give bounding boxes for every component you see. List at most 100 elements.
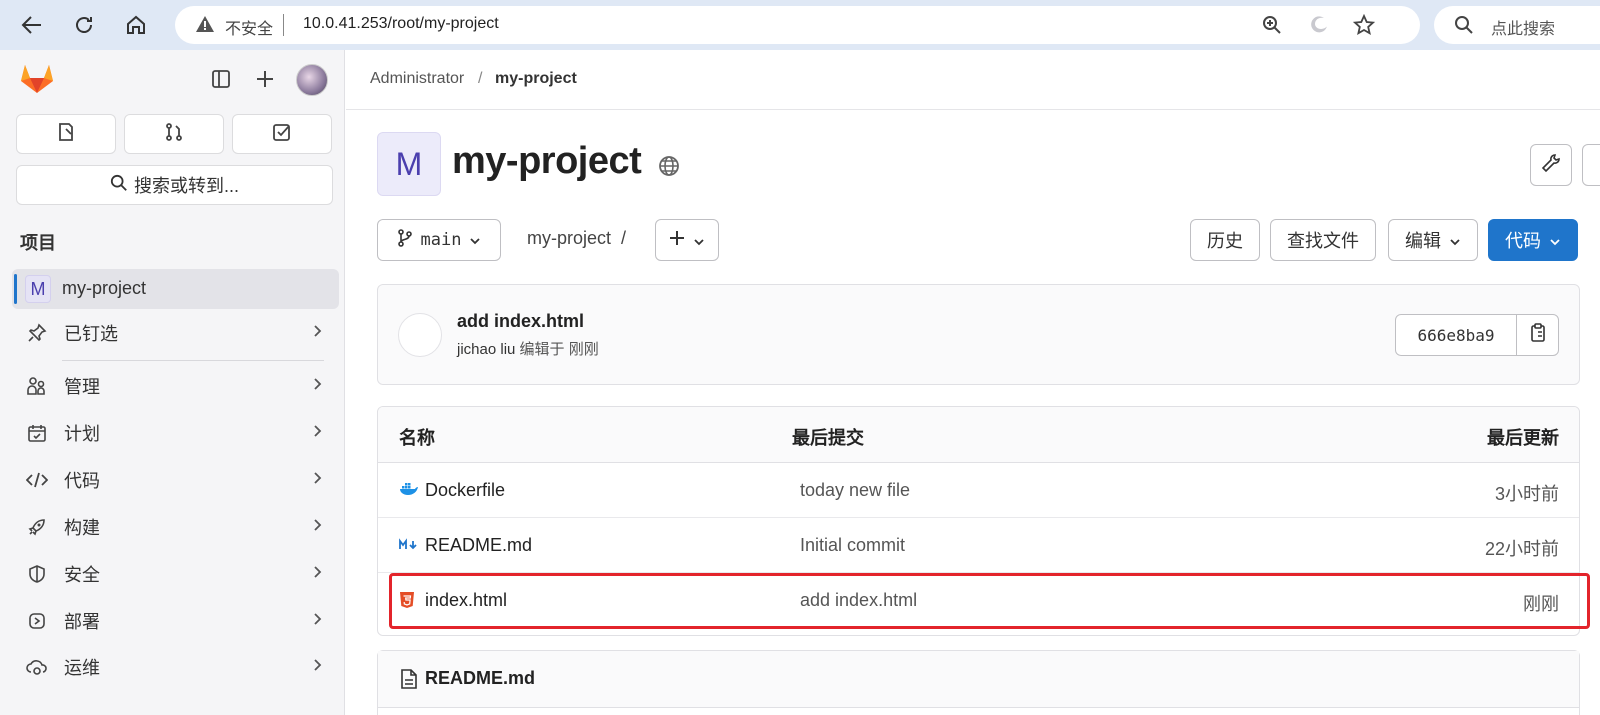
sidebar-item-label: 部署 [64,612,100,632]
page-title: my-project [452,140,642,182]
chevron-right-icon [313,612,323,631]
pin-icon [24,323,50,343]
merge-request-icon [164,122,184,147]
reload-icon[interactable] [66,8,102,42]
markdown-icon [399,536,419,557]
sidebar-item-operate[interactable]: 运维 [12,647,339,687]
browser-search-box[interactable]: 点此搜索 [1434,6,1600,44]
last-commit-panel: add index.html jichao liu 编辑于 刚刚 666e8ba… [377,284,1580,385]
gitlab-logo-icon[interactable] [20,62,54,99]
address-separator [283,14,284,36]
chevron-right-icon [313,424,323,443]
zoom-icon[interactable] [1261,14,1283,41]
search-icon [110,174,128,197]
commit-sha-group: 666e8ba9 [1395,314,1559,356]
commit-title[interactable]: add index.html [457,311,584,332]
deploy-icon [24,611,50,631]
history-button[interactable]: 历史 [1190,219,1260,261]
commit-author[interactable]: jichao liu [457,341,515,358]
edge-icon[interactable] [1308,14,1330,41]
sidebar-item-deploy[interactable]: 部署 [12,601,339,641]
shield-icon [24,564,50,584]
chevron-right-icon [313,377,323,396]
sidebar-item-label: 管理 [64,377,100,397]
file-name-link[interactable]: index.html [425,590,507,611]
branch-name: main [420,230,462,250]
sidebar-item-pinned[interactable]: 已钉选 [12,313,339,353]
table-row[interactable]: README.md Initial commit 22小时前 [378,518,1579,573]
avatar[interactable] [296,64,328,96]
code-icon [24,471,50,489]
sidebar-divider [62,360,324,361]
branch-dropdown[interactable]: main [377,219,501,261]
merge-requests-button[interactable] [124,114,224,154]
add-file-dropdown[interactable] [655,219,719,261]
breadcrumb-current[interactable]: my-project [495,70,577,88]
issues-icon [56,122,76,147]
chevron-right-icon [313,565,323,584]
column-header-last-commit: 最后提交 [792,428,864,448]
breadcrumb-parent[interactable]: Administrator [370,70,464,88]
edit-label: 编辑 [1405,231,1441,251]
commit-message-link[interactable]: Initial commit [800,535,905,556]
file-icon [400,669,418,694]
chevron-down-icon [693,230,705,251]
sidebar-section-title: 项目 [20,233,56,253]
clipboard-icon [1529,322,1547,348]
commit-sha[interactable]: 666e8ba9 [1396,315,1517,355]
more-actions-button[interactable] [1582,144,1600,186]
readme-title[interactable]: README.md [425,668,535,689]
favorite-star-icon[interactable] [1352,13,1376,41]
chevron-right-icon [313,518,323,537]
sidebar-item-label: 运维 [64,658,100,678]
home-icon[interactable] [118,8,154,42]
sidebar-item-manage[interactable]: 管理 [12,366,339,406]
copy-sha-button[interactable] [1517,315,1558,355]
docker-icon [399,481,419,502]
updated-time: 22小时前 [1484,539,1559,559]
sidebar-item-label: 构建 [64,518,100,538]
edit-dropdown[interactable]: 编辑 [1388,219,1478,261]
table-row[interactable]: Dockerfile today new file 3小时前 [378,463,1579,518]
todo-check-icon [272,122,292,147]
commit-author-avatar[interactable] [398,313,442,357]
commit-message-link[interactable]: today new file [800,480,910,501]
sidebar-item-my-project[interactable]: M my-project [12,269,339,309]
sidebar-item-plan[interactable]: 计划 [12,413,339,453]
todos-button[interactable] [232,114,332,154]
sidebar-item-code[interactable]: 代码 [12,460,339,500]
repo-path-root[interactable]: my-project [527,228,611,248]
column-header-last-update: 最后更新 [1487,428,1559,448]
table-row[interactable]: index.html add index.html 刚刚 [378,573,1579,628]
file-name-link[interactable]: README.md [425,535,532,556]
sidebar-item-security[interactable]: 安全 [12,554,339,594]
sidebar-item-label: 代码 [64,471,100,491]
sidebar-item-label: 计划 [64,424,100,444]
sidebar-item-label: 安全 [64,565,100,585]
sidebar-item-build[interactable]: 构建 [12,507,339,547]
cloud-gear-icon [24,657,50,677]
back-icon[interactable] [14,8,50,42]
warning-icon [195,15,215,38]
find-file-button[interactable]: 查找文件 [1270,219,1376,261]
browser-toolbar: 不安全 10.0.41.253/root/my-project 点此搜索 [0,0,1600,50]
insecure-label: 不安全 [225,21,274,38]
url-text[interactable]: 10.0.41.253/root/my-project [303,15,499,33]
chevron-down-icon [1449,230,1461,251]
chevron-down-icon [1549,230,1561,251]
column-header-name: 名称 [399,428,435,448]
settings-button[interactable] [1530,144,1572,186]
code-dropdown[interactable]: 代码 [1488,219,1578,261]
table-header: 名称 最后提交 最后更新 [378,407,1579,463]
file-name-link[interactable]: Dockerfile [425,480,505,501]
issues-button[interactable] [16,114,116,154]
project-avatar: M [377,132,441,196]
wrench-icon [1541,153,1561,178]
address-bar[interactable]: 不安全 10.0.41.253/root/my-project [175,6,1420,44]
sidebar-search-button[interactable]: 搜索或转到... [16,165,333,205]
plus-icon [669,230,685,251]
plus-icon[interactable] [250,64,280,94]
calendar-icon [24,423,50,443]
commit-message-link[interactable]: add index.html [800,590,917,611]
toggle-sidebar-icon[interactable] [206,64,236,94]
